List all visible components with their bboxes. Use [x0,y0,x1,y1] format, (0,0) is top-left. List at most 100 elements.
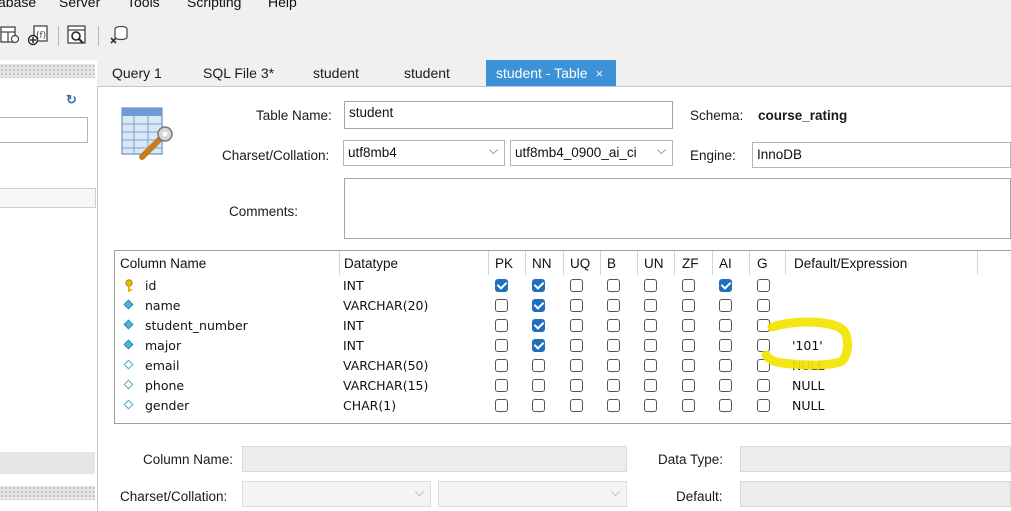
datatype-cell[interactable]: INT [343,278,364,293]
columns-grid[interactable]: Column Name Datatype PK NN UQ B UN ZF AI… [114,250,1011,424]
flag-checkbox-b[interactable] [607,399,620,412]
flag-checkbox-uq[interactable] [570,279,583,292]
menu-scripting[interactable]: Scripting [187,0,241,10]
datatype-cell[interactable]: VARCHAR(20) [343,298,428,313]
flag-checkbox-nn[interactable] [532,279,545,292]
header-datatype[interactable]: Datatype [344,256,398,271]
flag-checkbox-pk[interactable] [495,379,508,392]
flag-checkbox-b[interactable] [607,339,620,352]
flag-checkbox-b[interactable] [607,379,620,392]
tab-sql-file-3[interactable]: SQL File 3* [193,60,284,86]
flag-checkbox-nn[interactable] [532,299,545,312]
flag-checkbox-b[interactable] [607,319,620,332]
flag-checkbox-ai[interactable] [719,279,732,292]
flag-checkbox-ai[interactable] [719,319,732,332]
header-column-name[interactable]: Column Name [120,256,206,271]
flag-checkbox-pk[interactable] [495,359,508,372]
tab-student-2[interactable]: student [394,60,460,86]
charset-select[interactable]: utf8mb4 ⌵ [343,140,505,166]
flag-checkbox-un[interactable] [644,359,657,372]
table-row[interactable]: gender CHAR(1) NULL [115,396,1011,416]
flag-checkbox-g[interactable] [757,379,770,392]
column-name-cell[interactable]: name [145,298,180,313]
detail-default-input[interactable] [740,481,1011,507]
default-expression-cell[interactable]: NULL [792,378,824,393]
header-default-expression[interactable]: Default/Expression [794,256,907,271]
table-name-input[interactable]: student [344,101,673,129]
column-name-cell[interactable]: major [145,338,181,353]
flag-checkbox-pk[interactable] [495,339,508,352]
table-row[interactable]: major INT '101' [115,336,1011,356]
flag-checkbox-un[interactable] [644,319,657,332]
tab-student-1[interactable]: student [303,60,369,86]
reconnect-icon[interactable] [108,24,130,46]
flag-checkbox-ai[interactable] [719,299,732,312]
detail-collation-select[interactable]: ⌵ [438,481,627,507]
flag-checkbox-g[interactable] [757,399,770,412]
column-name-cell[interactable]: student_number [145,318,248,333]
header-nn[interactable]: NN [532,256,552,271]
header-zf[interactable]: ZF [682,256,699,271]
flag-checkbox-zf[interactable] [682,299,695,312]
column-name-cell[interactable]: email [145,358,179,373]
flag-checkbox-un[interactable] [644,339,657,352]
column-name-cell[interactable]: gender [145,398,189,413]
flag-checkbox-uq[interactable] [570,319,583,332]
engine-select[interactable]: InnoDB [752,142,1011,168]
header-ai[interactable]: AI [719,256,732,271]
flag-checkbox-nn[interactable] [532,379,545,392]
create-routine-icon[interactable]: (f) [27,24,49,46]
close-icon[interactable]: × [596,66,604,81]
flag-checkbox-zf[interactable] [682,359,695,372]
comments-textarea[interactable] [344,178,1011,239]
default-expression-cell[interactable]: NULL [792,398,824,413]
flag-checkbox-zf[interactable] [682,319,695,332]
header-g[interactable]: G [757,256,768,271]
datatype-cell[interactable]: INT [343,338,364,353]
menu-help[interactable]: Help [268,0,297,10]
table-row[interactable]: email VARCHAR(50) NULL [115,356,1011,376]
flag-checkbox-zf[interactable] [682,279,695,292]
table-row[interactable]: name VARCHAR(20) [115,296,1011,316]
tab-query-1[interactable]: Query 1 [102,60,172,86]
flag-checkbox-ai[interactable] [719,399,732,412]
flag-checkbox-pk[interactable] [495,279,508,292]
menu-database[interactable]: abase [0,0,36,10]
flag-checkbox-uq[interactable] [570,299,583,312]
flag-checkbox-nn[interactable] [532,399,545,412]
flag-checkbox-ai[interactable] [719,379,732,392]
flag-checkbox-ai[interactable] [719,359,732,372]
flag-checkbox-nn[interactable] [532,359,545,372]
column-name-cell[interactable]: phone [145,378,184,393]
menu-tools[interactable]: Tools [127,0,160,10]
header-b[interactable]: B [607,256,616,271]
flag-checkbox-b[interactable] [607,359,620,372]
header-uq[interactable]: UQ [570,256,590,271]
inspector-icon[interactable] [66,24,88,46]
flag-checkbox-g[interactable] [757,299,770,312]
detail-data-type-input[interactable] [740,446,1011,472]
flag-checkbox-un[interactable] [644,399,657,412]
schema-tree-area[interactable] [0,188,96,208]
flag-checkbox-ai[interactable] [719,339,732,352]
collation-select[interactable]: utf8mb4_0900_ai_ci ⌵ [510,140,673,166]
flag-checkbox-g[interactable] [757,279,770,292]
datatype-cell[interactable]: VARCHAR(50) [343,358,428,373]
flag-checkbox-uq[interactable] [570,399,583,412]
flag-checkbox-un[interactable] [644,279,657,292]
flag-checkbox-uq[interactable] [570,359,583,372]
datatype-cell[interactable]: INT [343,318,364,333]
tab-student-table[interactable]: student - Table × [486,60,616,86]
detail-column-name-input[interactable] [242,446,627,472]
refresh-icon[interactable]: ↻ [66,92,77,108]
flag-checkbox-zf[interactable] [682,399,695,412]
create-table-icon[interactable] [0,24,22,46]
flag-checkbox-zf[interactable] [682,339,695,352]
flag-checkbox-b[interactable] [607,279,620,292]
flag-checkbox-un[interactable] [644,379,657,392]
flag-checkbox-zf[interactable] [682,379,695,392]
flag-checkbox-un[interactable] [644,299,657,312]
flag-checkbox-pk[interactable] [495,299,508,312]
flag-checkbox-nn[interactable] [532,319,545,332]
flag-checkbox-uq[interactable] [570,379,583,392]
